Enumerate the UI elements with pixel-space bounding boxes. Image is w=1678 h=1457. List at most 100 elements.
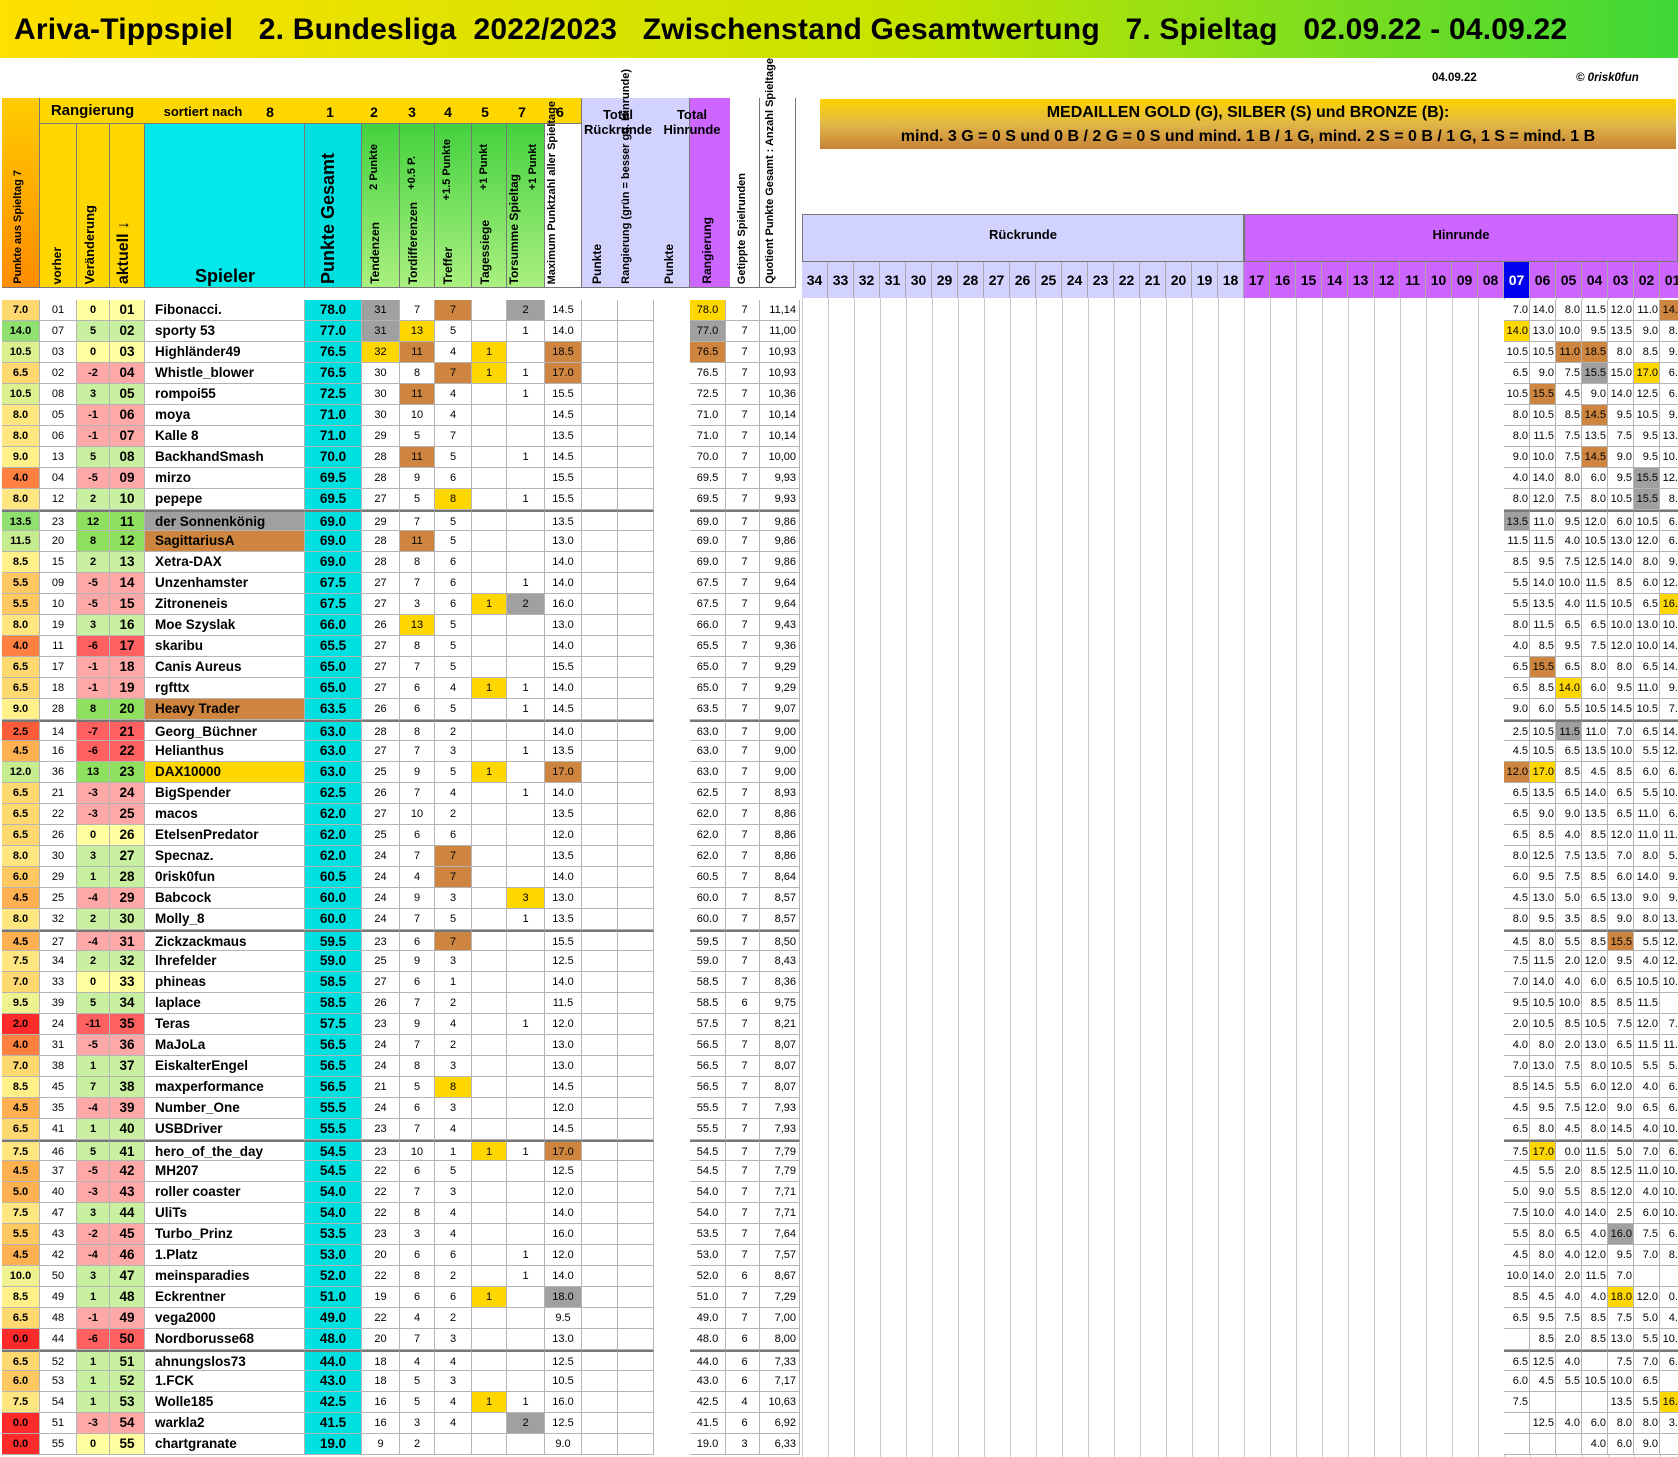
hr-punkte-cell: 52.0	[690, 1266, 726, 1287]
spieltag-value: 8.0	[1582, 657, 1608, 678]
quotient-cell: 9,86	[760, 510, 800, 531]
stat-cell: 22	[362, 1203, 400, 1224]
hr-punkte-cell: 67.5	[690, 573, 726, 594]
getippte-cell: 7	[730, 657, 760, 678]
stat-cell	[472, 1329, 507, 1350]
rr-punkte-cell	[582, 1350, 618, 1371]
quotient-label: Quotient Punkte Gesamt : Anzahl Spieltag…	[764, 58, 776, 284]
stat-cell: 24	[362, 888, 400, 909]
spieltag-value: 13.5	[1582, 804, 1608, 825]
player-name: Eckrentner	[145, 1287, 305, 1308]
maximum-cell: 13.5	[545, 804, 582, 825]
spieltag-value: 12.5	[1530, 846, 1556, 867]
stat-cell	[472, 888, 507, 909]
quotient-cell: 9,29	[760, 678, 800, 699]
spieltag-value: 8.5	[1608, 762, 1634, 783]
player-name: Fibonacci.	[145, 300, 305, 321]
quotient-cell: 10,36	[760, 384, 800, 405]
spieltag-value: 7.5	[1556, 426, 1582, 447]
stat-cell: 1	[472, 678, 507, 699]
getippte-cell: 7	[730, 552, 760, 573]
rueckrunde-band: Rückrunde	[802, 214, 1244, 262]
hr-punkte-cell: 69.5	[690, 489, 726, 510]
vorher-cell: 50	[40, 1266, 77, 1287]
spieltag-value: 4.5	[1582, 762, 1608, 783]
rr-rang-cell	[618, 699, 654, 720]
stat-cell: 1	[472, 1140, 507, 1161]
spieltag-34: 34	[802, 262, 828, 298]
punkte-aus-cell: 7.0	[2, 1056, 40, 1077]
punkte-gesamt-cell: 58.5	[305, 972, 362, 993]
maximum-cell: 17.0	[545, 1140, 582, 1161]
spieltag-value: 7.5	[1556, 867, 1582, 888]
maximum-cell: 14.5	[545, 405, 582, 426]
veraenderung-cell: 1	[77, 1119, 110, 1140]
aktuell-cell: 24	[110, 783, 145, 804]
quotient-cell: 8,07	[760, 1035, 800, 1056]
rr-punkte-cell	[582, 1308, 618, 1329]
player-name: Nordborusse68	[145, 1329, 305, 1350]
spieltag-value: 9.5	[1608, 951, 1634, 972]
spieltag-value: 8.0	[1634, 846, 1660, 867]
punkte-aus-cell: 4.5	[2, 741, 40, 762]
spieltag-value: 7.5	[1556, 846, 1582, 867]
player-name: moya	[145, 405, 305, 426]
stat-cell: 4	[435, 1203, 472, 1224]
stat-cell	[507, 657, 545, 678]
stat-cell: 16	[362, 1392, 400, 1413]
spieltag-value: 10.5	[1582, 531, 1608, 552]
hr-punkte-cell: 59.5	[690, 930, 726, 951]
aktuell-cell: 34	[110, 993, 145, 1014]
spieltag-value: 5.0	[1660, 1056, 1678, 1077]
player-name: sporty 53	[145, 321, 305, 342]
header-spieler	[145, 98, 305, 288]
stat-cell: 5	[400, 426, 435, 447]
punkte-aus-cell: 6.5	[2, 1119, 40, 1140]
getippte-cell: 7	[730, 930, 760, 951]
stat-cell	[472, 1119, 507, 1140]
stat-cell: 29	[362, 426, 400, 447]
stat-cell: 3	[435, 1182, 472, 1203]
stat-cell: 25	[362, 825, 400, 846]
stat-cell: 1	[507, 321, 545, 342]
aktuell-cell: 04	[110, 363, 145, 384]
aktuell-cell: 47	[110, 1266, 145, 1287]
punkte-gesamt-cell: 69.5	[305, 468, 362, 489]
spieltag-value: 15.5	[1634, 468, 1660, 489]
quotient-cell: 10,14	[760, 426, 800, 447]
stat-cell	[472, 1266, 507, 1287]
spieltag-value: 14.0	[1530, 300, 1556, 321]
spieltag-value: 8.0	[1504, 846, 1530, 867]
spieltag-value: 8.5	[1530, 1329, 1556, 1350]
stat-cell	[507, 405, 545, 426]
stat-cell: 8	[400, 1056, 435, 1077]
spieltag-value: 4.0	[1504, 1035, 1530, 1056]
pt2-label: 2 Punkte	[368, 144, 380, 190]
punkte-aus-cell: 6.5	[2, 1308, 40, 1329]
spieltag-value: 10.0	[1556, 993, 1582, 1014]
spieler-label: Spieler	[194, 266, 256, 286]
player-name: Whistle_blower	[145, 363, 305, 384]
stat-cell: 9	[400, 1014, 435, 1035]
vorher-cell: 41	[40, 1119, 77, 1140]
date-label: 04.09.22	[1432, 72, 1477, 84]
punkte-gesamt-cell: 63.0	[305, 762, 362, 783]
stat-cell	[472, 993, 507, 1014]
spieltag-value: 8.0	[1582, 489, 1608, 510]
spieltag-value: 7.5	[1608, 1308, 1634, 1329]
spieltag-11: 11	[1400, 262, 1426, 298]
maximum-cell: 14.0	[545, 573, 582, 594]
spieltag-value: 2.5	[1608, 1203, 1634, 1224]
quotient-cell: 9,29	[760, 657, 800, 678]
spieltag-value: 10.5	[1582, 699, 1608, 720]
spieltag-value: 13.5	[1582, 741, 1608, 762]
stat-cell: 7	[400, 909, 435, 930]
spieltag-value: 8.5	[1556, 762, 1582, 783]
getippte-cell: 7	[730, 825, 760, 846]
getippte-cell: 6	[730, 1350, 760, 1371]
spieltag-value: 14.5	[1582, 447, 1608, 468]
stat-cell: 7	[400, 510, 435, 531]
rr-punkte-cell	[582, 1413, 618, 1434]
spieltag-value: 7.5	[1504, 1140, 1530, 1161]
spieltag-value: 11.5	[1582, 594, 1608, 615]
